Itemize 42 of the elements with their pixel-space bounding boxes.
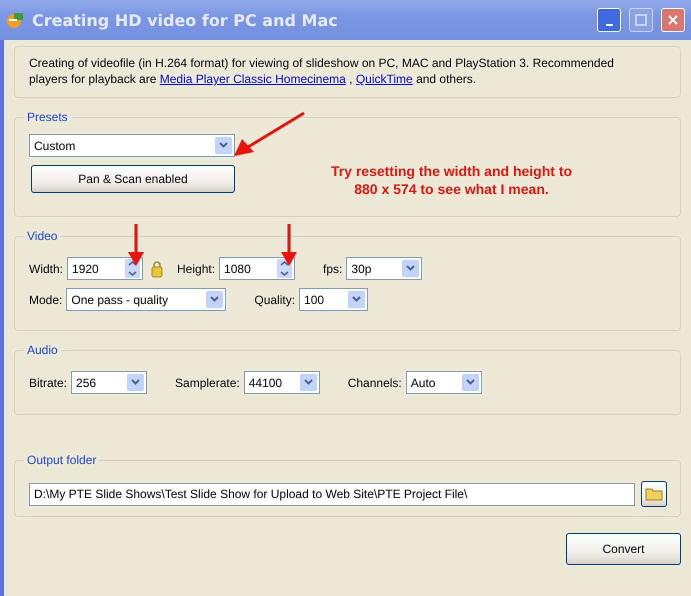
link[interactable]: Media Player Classic Homecinema <box>160 72 346 86</box>
group-title: Audio <box>26 343 59 357</box>
browse-button[interactable] <box>641 481 667 507</box>
link[interactable]: QuickTime <box>356 72 413 86</box>
pan-scan-button[interactable]: Pan & Scan enabled <box>31 165 235 193</box>
dropdown[interactable]: 100 <box>299 288 368 311</box>
maximize-icon <box>635 14 647 26</box>
field-label: Quality: <box>254 292 296 306</box>
minimize-button[interactable] <box>597 8 621 32</box>
folder-path-field[interactable]: D:\My PTE Slide Shows\Test Slide Show for Upload to Web Site\PTE Project File\ <box>29 482 635 506</box>
field-label: Height: <box>177 262 216 276</box>
window-title: Creating HD video for PC and Mac <box>32 10 339 30</box>
field-label: Samplerate: <box>175 376 240 390</box>
dropdown[interactable]: 30p <box>346 257 422 280</box>
field-label: Width: <box>29 262 64 276</box>
annotation-arrow <box>279 224 299 267</box>
convert-button[interactable]: Convert <box>566 533 681 565</box>
spin-box[interactable]: 1920 <box>67 257 144 280</box>
annotation-text: Try resetting the width and height to <box>330 162 574 180</box>
field-label: fps: <box>323 262 342 276</box>
minimize-icon <box>606 24 612 26</box>
group-title: Output folder <box>26 453 98 467</box>
dropdown[interactable]: Auto <box>406 371 482 394</box>
field-label: Bitrate: <box>29 376 68 390</box>
dropdown[interactable]: Custom <box>29 134 235 157</box>
spin-box[interactable]: 1080 <box>219 257 296 280</box>
annotation-arrow <box>126 224 146 267</box>
group-title: Presets <box>26 110 69 124</box>
annotation-text: 880 x 574 to see what I mean. <box>353 180 550 198</box>
group-title: Video <box>26 229 58 243</box>
dropdown[interactable]: One pass - quality <box>66 288 226 311</box>
dropdown[interactable]: 256 <box>71 371 148 394</box>
spin-arrows-icon[interactable] <box>277 259 292 278</box>
close-icon <box>667 14 679 26</box>
field-label: Channels: <box>348 376 402 390</box>
dropdown[interactable]: 44100 <box>244 371 320 394</box>
description-text: Creating of videofile (in H.264 format) for viewing of slideshow on PC, MAC and PlayStation 3. Recommended players for playback are Media Player Classic Homecinema , QuickTime and others. <box>29 55 615 87</box>
padlock-icon <box>151 260 164 278</box>
close-button[interactable] <box>661 8 685 32</box>
folder-icon <box>645 487 663 501</box>
field-label: Mode: <box>29 292 62 306</box>
app-icon <box>6 11 24 29</box>
